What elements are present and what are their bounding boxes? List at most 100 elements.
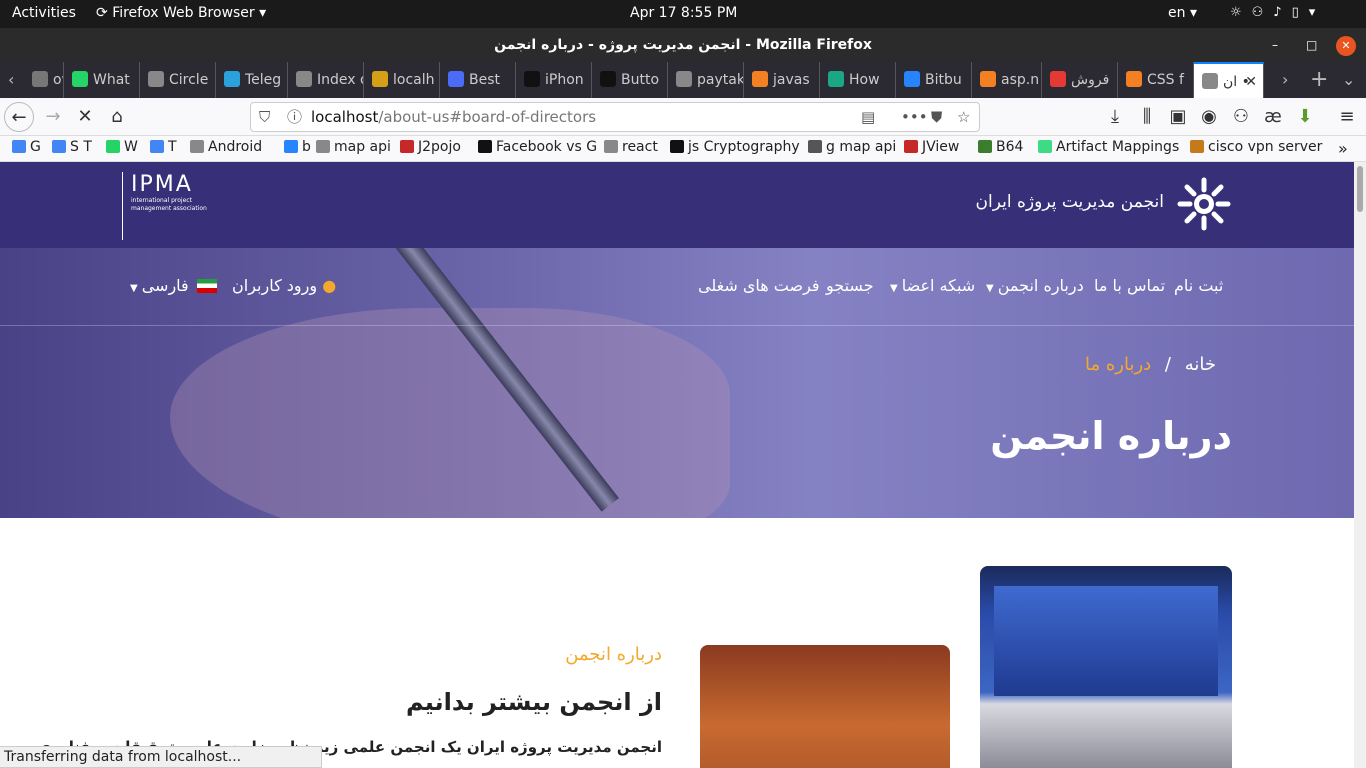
- scrollbar-thumb[interactable]: [1357, 166, 1363, 212]
- minimize-icon[interactable]: –: [1272, 28, 1278, 62]
- window-title: انجمن مدیریت پروژه - درباره انجمن - Mozi…: [494, 37, 872, 53]
- page-scrollbar[interactable]: [1354, 162, 1366, 768]
- browser-tab[interactable]: فروش: [1042, 62, 1118, 98]
- bookmark-label: Facebook vs G: [496, 139, 598, 155]
- bookmark-item[interactable]: T: [150, 139, 177, 155]
- clock[interactable]: Apr 17 8:55 PM: [630, 5, 737, 21]
- new-tab-icon[interactable]: +: [1310, 62, 1328, 98]
- bookmark-item[interactable]: Facebook vs G: [478, 139, 597, 155]
- activities-button[interactable]: Activities: [12, 5, 76, 21]
- more-bookmarks-icon[interactable]: »: [1338, 139, 1348, 158]
- browser-tab[interactable]: localh: [364, 62, 440, 98]
- download-extension-icon[interactable]: ⬇: [1290, 102, 1320, 132]
- menu-jobs[interactable]: فرصت های شغلی: [698, 276, 820, 295]
- hamburger-menu-icon[interactable]: ≡: [1332, 102, 1362, 132]
- login-link[interactable]: ورود کاربران ●: [232, 276, 336, 295]
- tab-label: Index of: [317, 72, 363, 88]
- bookmark-item[interactable]: map api: [316, 139, 391, 155]
- site-brand-name[interactable]: انجمن مدیریت پروژه ایران: [976, 192, 1164, 212]
- app-menu[interactable]: ⟳ Firefox Web Browser ▾: [96, 5, 266, 21]
- bookmark-star-icon[interactable]: ☆: [957, 103, 970, 131]
- browser-tab[interactable]: Index of: [288, 62, 364, 98]
- association-emblem-icon[interactable]: [1176, 176, 1232, 232]
- browser-tab[interactable]: How: [820, 62, 896, 98]
- downloads-icon[interactable]: ⤓: [1100, 102, 1130, 132]
- pocket-icon[interactable]: ⛊: [931, 103, 942, 131]
- menu-contact[interactable]: تماس با ما: [1094, 276, 1165, 295]
- browser-tab[interactable]: Butto: [592, 62, 668, 98]
- bookmark-item[interactable]: Artifact Mappings: [1038, 139, 1179, 155]
- sidebar-icon[interactable]: ▣: [1163, 102, 1193, 132]
- ipma-logo-text: IPMA: [131, 172, 193, 197]
- bookmarks-toolbar: » G S T W T Android b map api J2pojo Facebook vs…: [0, 136, 1366, 162]
- ae-extension-icon[interactable]: æ: [1258, 102, 1288, 132]
- bookmark-item[interactable]: W: [106, 139, 138, 155]
- account-icon[interactable]: ◉: [1194, 102, 1224, 132]
- browser-tab[interactable]: ان • ✕: [1194, 62, 1264, 98]
- back-icon[interactable]: ←: [4, 102, 34, 132]
- browser-tab[interactable]: asp.n: [972, 62, 1042, 98]
- tab-label: Teleg: [245, 72, 282, 88]
- info-icon[interactable]: ⓘ: [287, 103, 302, 131]
- menu-about[interactable]: ▼ درباره انجمن: [986, 276, 1084, 295]
- browser-tab[interactable]: paytakh: [668, 62, 744, 98]
- ipma-logo[interactable]: IPMA international project management as…: [122, 172, 222, 240]
- system-tray-icons[interactable]: ☼⚇♪▯▾: [1230, 5, 1325, 20]
- menu-register[interactable]: ثبت نام: [1174, 276, 1223, 295]
- close-tab-icon[interactable]: ✕: [1245, 64, 1257, 98]
- bookmark-favicon-icon: [190, 140, 204, 153]
- language-selector[interactable]: ▼ فارسی: [130, 276, 225, 295]
- forward-icon[interactable]: →: [38, 102, 68, 132]
- maximize-icon[interactable]: □: [1306, 28, 1317, 62]
- page-actions-icon[interactable]: •••: [901, 103, 928, 131]
- breadcrumb-current: درباره ما: [1084, 354, 1152, 375]
- stop-loading-icon[interactable]: ✕: [70, 102, 100, 132]
- browser-tab[interactable]: Circle: [140, 62, 216, 98]
- tab-scroll-left-icon[interactable]: ‹: [8, 62, 14, 98]
- reader-view-icon[interactable]: ▤: [861, 103, 875, 131]
- library-icon[interactable]: ⫼: [1132, 102, 1162, 132]
- tab-label: Circle: [169, 72, 209, 88]
- bookmark-item[interactable]: G: [12, 139, 41, 155]
- section-label: درباره انجمن: [565, 644, 662, 665]
- hero-background-image: [170, 308, 730, 518]
- menu-network[interactable]: ▼ شبکه اعضا: [890, 276, 975, 295]
- url-host: localhost: [311, 108, 379, 126]
- language-indicator[interactable]: en ▾: [1168, 5, 1197, 21]
- shield-icon[interactable]: ⛉: [259, 103, 270, 131]
- tab-label: فروش: [1071, 72, 1110, 88]
- browser-tab[interactable]: Teleg: [216, 62, 288, 98]
- bookmark-item[interactable]: B64: [978, 139, 1023, 155]
- bookmark-item[interactable]: b: [284, 139, 311, 155]
- browser-tab[interactable]: javas: [744, 62, 820, 98]
- bookmark-label: cisco vpn server: [1208, 139, 1323, 155]
- browser-tab[interactable]: iPhon: [516, 62, 592, 98]
- url-bar[interactable]: ⛉ ⓘ localhost/about-us#board-of-director…: [250, 102, 980, 132]
- bookmark-item[interactable]: g map api: [808, 139, 896, 155]
- tab-favicon-icon: [296, 71, 312, 87]
- bookmark-item[interactable]: JView: [904, 139, 959, 155]
- bookmark-item[interactable]: Android: [190, 139, 262, 155]
- browser-tab[interactable]: What: [64, 62, 140, 98]
- list-tabs-icon[interactable]: ⌄: [1342, 62, 1355, 98]
- browser-tab[interactable]: CSS f: [1118, 62, 1194, 98]
- bookmark-item[interactable]: cisco vpn server: [1190, 139, 1322, 155]
- tab-label: localh: [393, 72, 435, 88]
- browser-tab[interactable]: Best: [440, 62, 516, 98]
- bookmark-item[interactable]: js Cryptography: [670, 139, 800, 155]
- bookmark-item[interactable]: S T: [52, 139, 92, 155]
- extension-icon[interactable]: ⚇: [1226, 102, 1256, 132]
- conference-photo: [980, 566, 1232, 768]
- bookmark-item[interactable]: react: [604, 139, 658, 155]
- bookmark-item[interactable]: J2pojo: [400, 139, 461, 155]
- browser-tab[interactable]: ow t: [24, 62, 64, 98]
- browser-tab[interactable]: Bitbu: [896, 62, 972, 98]
- breadcrumb-home[interactable]: خانه: [1185, 354, 1216, 375]
- window-title-bar: انجمن مدیریت پروژه - درباره انجمن - Mozi…: [0, 28, 1366, 62]
- menu-search[interactable]: جستجو: [826, 276, 874, 295]
- bookmark-label: js Cryptography: [688, 139, 800, 155]
- login-label: ورود کاربران: [232, 276, 318, 295]
- close-window-icon[interactable]: ✕: [1336, 36, 1356, 56]
- tab-scroll-right-icon[interactable]: ›: [1282, 62, 1288, 98]
- home-icon[interactable]: ⌂: [102, 102, 132, 132]
